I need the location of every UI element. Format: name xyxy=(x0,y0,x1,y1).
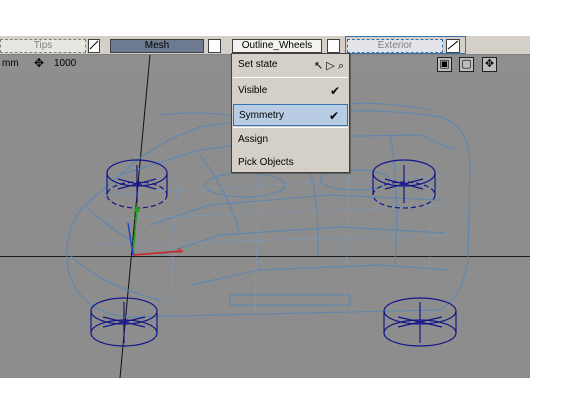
set-state-tools: ↖ ▷ ⌕ xyxy=(314,55,344,77)
menu-separator xyxy=(233,127,348,128)
wheel-rear-left xyxy=(90,297,158,347)
zoom-icon[interactable]: ⌕ xyxy=(338,60,344,72)
visible-label: Visible xyxy=(238,85,268,96)
menu-item-pick-objects[interactable]: Pick Objects xyxy=(233,152,348,174)
menu-item-set-state[interactable]: Set state ↖ ▷ ⌕ xyxy=(233,54,348,76)
context-menu: Set state ↖ ▷ ⌕ Visible ✔ Symmetry ✔ Ass… xyxy=(231,53,350,173)
set-state-label: Set state xyxy=(238,59,278,70)
menu-item-visible[interactable]: Visible ✔ xyxy=(233,80,348,102)
check-icon: ✔ xyxy=(328,109,339,123)
pick-objects-label: Pick Objects xyxy=(238,157,294,168)
check-icon: ✔ xyxy=(329,84,340,98)
mesh-field[interactable]: Mesh xyxy=(110,39,204,53)
symmetry-label: Symmetry xyxy=(239,110,284,121)
menu-item-assign[interactable]: Assign xyxy=(233,129,348,151)
arrow-right-icon[interactable]: ▷ xyxy=(326,60,334,72)
exterior-focus-frame xyxy=(345,36,466,54)
menu-item-symmetry[interactable]: Symmetry ✔ xyxy=(233,104,348,126)
wheel-front-left xyxy=(106,159,168,209)
outline-wheels-button[interactable]: Outline_Wheels xyxy=(232,39,322,53)
menu-separator xyxy=(233,77,348,78)
wheel-rear-right xyxy=(383,297,457,347)
svg-text:x: x xyxy=(177,245,182,255)
tips-toggle-icon[interactable] xyxy=(88,39,100,53)
mesh-checkbox[interactable] xyxy=(208,39,221,53)
tips-field[interactable]: Tips xyxy=(0,39,86,53)
assign-label: Assign xyxy=(238,134,269,145)
outline-checkbox[interactable] xyxy=(327,39,340,53)
pointer-icon[interactable]: ↖ xyxy=(314,60,323,72)
wheel-front-right xyxy=(372,159,436,209)
